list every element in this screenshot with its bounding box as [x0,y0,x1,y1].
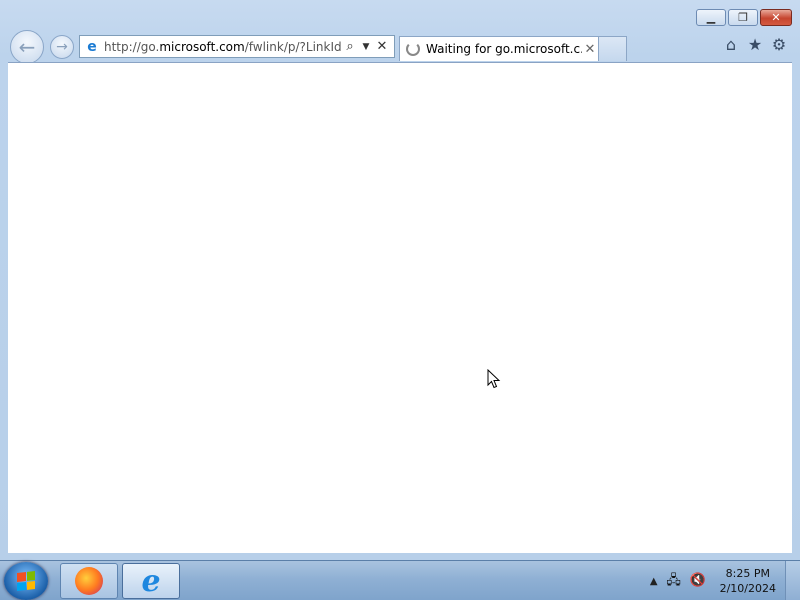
firefox-icon [75,567,103,595]
tab-close-icon[interactable]: ✕ [582,42,598,57]
tab-title: Waiting for go.microsoft.c... [426,42,582,56]
volume-muted-icon[interactable]: 🔇 [690,573,706,589]
restore-icon: ❐ [738,11,748,24]
taskbar: e ▲ 🖧 🔇 8:25 PM 2/10/2024 [0,560,800,600]
search-icon[interactable]: ⌕ [342,39,358,54]
navigation-bar: ← → e http://go.microsoft.com/fwlink/p/?… [8,30,792,64]
address-suffix: /fwlink/p/?LinkId=2 [244,39,342,54]
windows-logo-icon [17,571,35,591]
loading-spinner-icon [406,42,420,56]
system-tray: ▲ 🖧 🔇 8:25 PM 2/10/2024 [650,561,776,600]
taskbar-firefox[interactable] [60,563,118,599]
close-icon: ✕ [771,11,781,24]
browser-tab[interactable]: Waiting for go.microsoft.c... ✕ [399,36,599,61]
clock-date: 2/10/2024 [719,582,776,595]
star-icon[interactable]: ★ [746,36,764,54]
back-button[interactable]: ← [10,30,44,64]
address-url[interactable]: http://go.microsoft.com/fwlink/p/?LinkId… [104,40,342,54]
stop-icon[interactable]: ✕ [374,39,390,54]
new-tab-button[interactable] [599,36,627,61]
close-window-button[interactable]: ✕ [760,9,792,26]
address-bar[interactable]: e http://go.microsoft.com/fwlink/p/?Link… [79,35,395,58]
gear-icon[interactable]: ⚙ [770,36,788,54]
home-icon[interactable]: ⌂ [722,36,740,54]
show-desktop-button[interactable] [785,561,800,600]
ie-window: ▁ ❐ ✕ ← → e http://go.microsoft.com/fwli… [0,0,800,560]
start-button[interactable] [4,562,48,600]
back-arrow-icon: ← [18,35,36,59]
internet-explorer-icon: e [141,563,161,599]
page-content-area[interactable] [8,62,792,553]
forward-button[interactable]: → [50,35,74,59]
minimize-button[interactable]: ▁ [696,9,726,26]
taskbar-internet-explorer[interactable]: e [122,563,180,599]
minimize-icon: ▁ [706,11,716,24]
show-hidden-icons-icon[interactable]: ▲ [650,576,658,587]
ie-page-icon: e [87,38,97,55]
network-icon[interactable]: 🖧 [666,573,682,589]
window-controls: ▁ ❐ ✕ [696,9,792,26]
forward-arrow-icon: → [56,39,68,55]
address-host: microsoft.com [159,39,245,54]
command-icons: ⌂ ★ ⚙ [722,36,788,54]
clock-time: 8:25 PM [725,567,770,580]
dropdown-arrow-icon[interactable]: ▼ [358,42,374,52]
address-prefix: http://go. [104,39,160,54]
restore-button[interactable]: ❐ [728,9,758,26]
clock[interactable]: 8:25 PM 2/10/2024 [720,566,776,596]
mouse-cursor-icon [487,369,501,389]
